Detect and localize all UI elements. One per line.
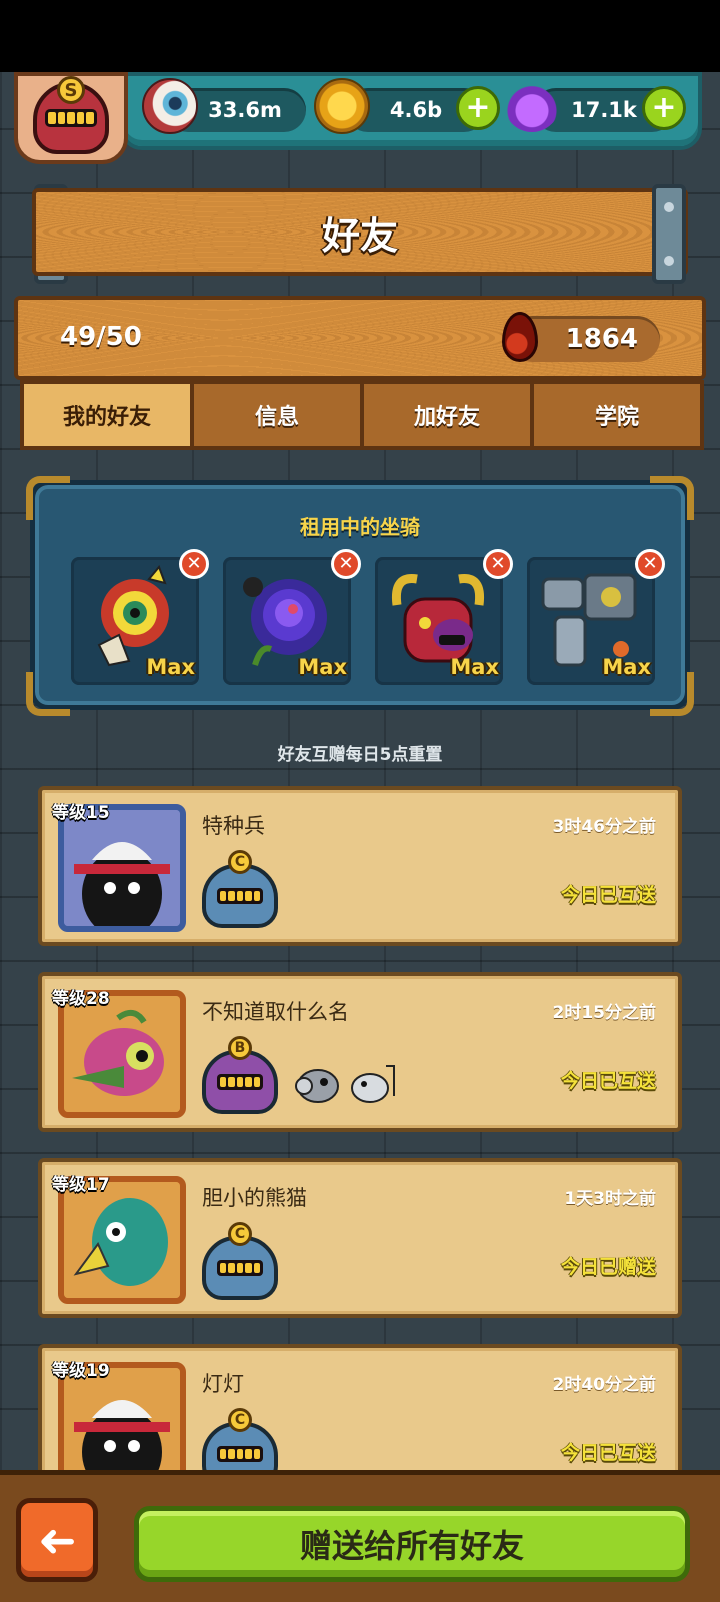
friend-level: 等级19: [52, 1361, 110, 1381]
friend-avatar[interactable]: [58, 990, 186, 1118]
gold-coin-icon: [314, 78, 370, 134]
anglerfish-mount-icon: [295, 1069, 339, 1103]
rank-letter: S: [57, 76, 85, 104]
chameleon-avatar-icon: [64, 996, 180, 1112]
gift-all-friends-button[interactable]: 赠送给所有好友: [134, 1506, 690, 1582]
bird-avatar-icon: [64, 1182, 180, 1298]
rank-letter: C: [228, 1408, 252, 1432]
friend-name: 胆小的熊猫: [202, 1186, 307, 1210]
ninja-avatar-icon: [64, 1368, 180, 1484]
remove-mount-button[interactable]: ✕: [331, 549, 361, 579]
gift-status: 今日已赠送: [560, 1256, 656, 1278]
remove-mount-button[interactable]: ✕: [179, 549, 209, 579]
friend-rank-badge: C: [202, 850, 278, 932]
eyeball-icon: [142, 78, 198, 134]
tab-academy[interactable]: 学院: [530, 380, 704, 450]
coins-value: 4.6b: [389, 98, 443, 122]
friend-level: 等级15: [52, 803, 110, 823]
ninja-avatar-icon: [64, 810, 180, 926]
friend-avatar[interactable]: [58, 804, 186, 932]
last-online: 2时40分之前: [552, 1375, 657, 1395]
eyes-value: 33.6m: [208, 98, 282, 122]
panel-corner: [26, 476, 70, 520]
tab-messages[interactable]: 信息: [190, 380, 364, 450]
add-potions-button[interactable]: +: [642, 86, 686, 130]
panel-corner: [650, 476, 694, 520]
friend-level: 等级17: [52, 1175, 110, 1195]
add-coins-button[interactable]: +: [456, 86, 500, 130]
last-online: 1天3时之前: [564, 1189, 656, 1209]
mount-slot-2[interactable]: Max ✕: [223, 549, 361, 685]
monster-rank-icon: S: [33, 76, 109, 154]
mount-level: Max: [602, 655, 651, 679]
panel-corner: [650, 672, 694, 716]
mount-level: Max: [146, 655, 195, 679]
mount-slot-1[interactable]: Max ✕: [71, 549, 209, 685]
mount-slot-4[interactable]: Max ✕: [527, 549, 665, 685]
back-button[interactable]: ➜: [16, 1498, 98, 1582]
friend-count: 49/50: [60, 322, 142, 352]
rank-letter: C: [228, 850, 252, 874]
friend-level: 等级28: [52, 989, 110, 1009]
mount-level: Max: [298, 655, 347, 679]
potions-value: 17.1k: [571, 98, 637, 122]
player-avatar[interactable]: S: [14, 72, 128, 164]
last-online: 2时15分之前: [552, 1003, 657, 1023]
gift-status: 今日已互送: [560, 884, 656, 906]
remove-mount-button[interactable]: ✕: [483, 549, 513, 579]
friend-name: 灯灯: [202, 1372, 244, 1396]
rented-mounts-panel: 租用中的坐骑 Max ✕ Max ✕ Max ✕ Max ✕: [30, 480, 690, 710]
reset-note: 好友互赠每日5点重置: [277, 745, 443, 765]
title-bracket-right: [652, 184, 686, 284]
back-arrow-icon: ➜: [37, 1513, 77, 1567]
friend-name: 不知道取什么名: [202, 1000, 349, 1024]
gift-status: 今日已互送: [560, 1442, 656, 1464]
friend-card[interactable]: 等级17 胆小的熊猫 1天3时之前 C 今日已赠送: [38, 1158, 682, 1318]
tab-add-friend[interactable]: 加好友: [360, 380, 534, 450]
mount-slot-3[interactable]: Max ✕: [375, 549, 513, 685]
rank-letter: B: [228, 1036, 252, 1060]
status-bar: [0, 0, 720, 72]
tab-my-friends[interactable]: 我的好友: [20, 380, 194, 450]
last-online: 3时46分之前: [552, 817, 657, 837]
goat-mount-icon: [351, 1065, 395, 1103]
gift-status: 今日已互送: [560, 1070, 656, 1092]
blood-value: 1864: [565, 324, 638, 354]
mount-level: Max: [450, 655, 499, 679]
friend-avatar[interactable]: [58, 1176, 186, 1304]
friend-card[interactable]: 等级28 不知道取什么名 2时15分之前 B 今日已互送: [38, 972, 682, 1132]
rank-letter: C: [228, 1222, 252, 1246]
friend-card[interactable]: 等级15 特种兵 3时46分之前 C 今日已互送: [38, 786, 682, 946]
remove-mount-button[interactable]: ✕: [635, 549, 665, 579]
friend-count-bar: 49/50 1864: [14, 296, 706, 380]
potion-icon: [504, 76, 560, 132]
panel-corner: [26, 672, 70, 716]
resource-bar: 33.6m 4.6b + 17.1k +: [120, 72, 702, 150]
friend-name: 特种兵: [202, 814, 265, 838]
page-title: 好友: [32, 188, 688, 276]
friend-rank-badge: B: [202, 1036, 278, 1118]
rented-mounts-title: 租用中的坐骑: [300, 515, 420, 539]
friend-tabs: 我的好友 信息 加好友 学院: [20, 380, 704, 450]
friend-rank-badge: C: [202, 1222, 278, 1304]
